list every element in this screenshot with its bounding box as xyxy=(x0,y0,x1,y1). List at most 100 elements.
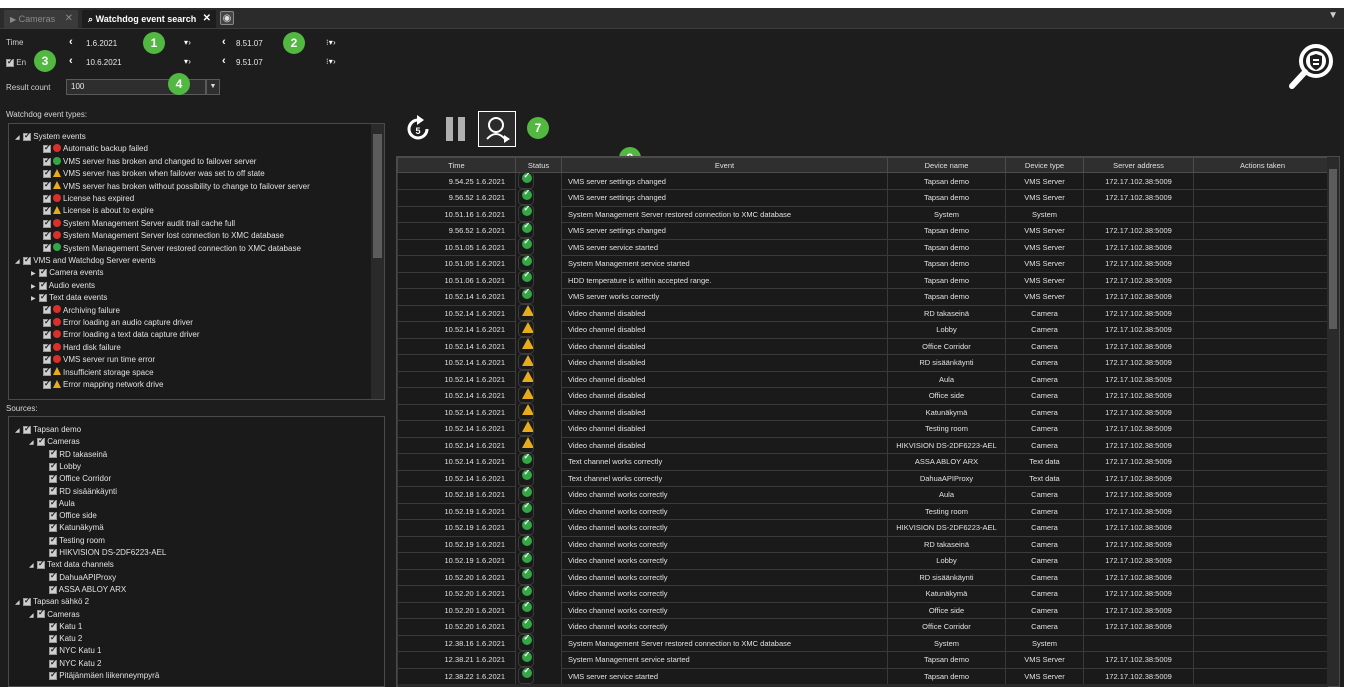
table-row[interactable]: 9.56.52 1.6.2021 VMS server settings chan… xyxy=(397,221,1332,240)
tree-item[interactable]: System Management Server lost connection… xyxy=(43,230,284,241)
source-item[interactable]: HIKVISION DS-2DF6223-AEL xyxy=(49,547,166,558)
chevron-left-icon[interactable]: ‹ xyxy=(222,37,226,48)
source-item[interactable]: Pitäjänmäen liikenneympyrä xyxy=(49,670,159,681)
source-group[interactable]: ◢ Tapsan demo xyxy=(15,424,81,436)
checkbox[interactable] xyxy=(43,342,51,352)
checkbox[interactable] xyxy=(49,485,57,496)
checkbox[interactable] xyxy=(49,670,57,680)
source-item[interactable]: Aula xyxy=(49,498,75,509)
checkbox[interactable] xyxy=(49,510,57,520)
source-item[interactable]: Testing room xyxy=(49,535,105,546)
tree-item[interactable]: VMS server has broken without possibilit… xyxy=(43,180,310,192)
source-group[interactable]: ◢ Text data channels xyxy=(29,559,114,571)
table-row[interactable]: 12.38.16 1.6.2021 System Management Serve… xyxy=(397,634,1332,652)
table-row[interactable]: 10.52.20 1.6.2021 Video channel works cor… xyxy=(397,617,1332,636)
checkbox[interactable] xyxy=(43,304,51,315)
checkbox[interactable] xyxy=(49,461,57,471)
expand-icon[interactable]: ◢ xyxy=(15,133,23,143)
pause-icon[interactable] xyxy=(442,114,470,144)
end-checkbox-wrap[interactable]: En xyxy=(6,57,26,67)
checkbox[interactable] xyxy=(43,218,51,228)
checkbox[interactable] xyxy=(37,608,45,619)
checkbox[interactable] xyxy=(43,354,51,365)
table-row[interactable]: 10.51.05 1.6.2021 System Management servi… xyxy=(397,254,1332,273)
tree-item[interactable]: ▶ Audio events xyxy=(31,280,95,292)
tree-item[interactable]: VMS server has broken and changed to fai… xyxy=(43,156,256,167)
checkbox[interactable] xyxy=(43,379,51,389)
table-row[interactable]: 12.38.21 1.6.2021 System Management servi… xyxy=(397,650,1332,669)
table-row[interactable]: 10.52.19 1.6.2021 Video channel works cor… xyxy=(397,551,1332,570)
tree-item[interactable]: Automatic backup failed xyxy=(43,143,148,154)
refresh-icon[interactable]: 5 xyxy=(403,114,433,144)
checkbox[interactable] xyxy=(43,143,51,154)
checkbox[interactable] xyxy=(43,205,51,216)
start-date-spinner[interactable]: ▾ › xyxy=(184,38,191,47)
new-tab-button[interactable]: ◉ xyxy=(220,11,234,25)
checkbox[interactable] xyxy=(43,317,51,327)
search-user-icon[interactable] xyxy=(478,111,516,147)
chevron-left-icon[interactable]: ‹ xyxy=(69,56,73,67)
expand-icon[interactable]: ◢ xyxy=(29,561,37,571)
tree-item[interactable]: Insufficient storage space xyxy=(43,366,154,378)
expand-icon[interactable]: ▶ xyxy=(31,269,39,279)
checkbox[interactable] xyxy=(43,156,51,166)
table-row[interactable]: 10.52.14 1.6.2021 Video channel disabled T… xyxy=(397,419,1332,438)
tree-item[interactable]: License has expired xyxy=(43,193,134,204)
checkbox[interactable] xyxy=(49,498,57,508)
checkbox[interactable] xyxy=(43,230,51,241)
source-item[interactable]: RD sisäänkäynti xyxy=(49,485,117,497)
source-item[interactable]: Lobby xyxy=(49,461,81,472)
table-row[interactable]: 10.52.19 1.6.2021 Video channel works cor… xyxy=(397,502,1332,520)
tree-item[interactable]: Error mapping network drive xyxy=(43,379,163,390)
tree-item[interactable]: License is about to expire xyxy=(43,205,154,216)
column-header[interactable]: Actions taken xyxy=(1193,157,1332,173)
table-row[interactable]: 10.52.14 1.6.2021 Video channel disabled K… xyxy=(397,403,1332,421)
checkbox[interactable] xyxy=(37,436,45,447)
end-date-spinner[interactable]: ▾ › xyxy=(184,57,191,66)
tree-item[interactable]: Hard disk failure xyxy=(43,342,121,353)
checkbox[interactable] xyxy=(43,329,51,340)
checkbox[interactable] xyxy=(49,473,57,484)
column-header[interactable]: Status xyxy=(515,157,562,173)
tree-item[interactable]: ▶ Camera events xyxy=(31,267,103,279)
tree-item[interactable]: Archiving failure xyxy=(43,304,120,316)
table-row[interactable]: 9.54.25 1.6.2021 VMS server settings chan… xyxy=(397,172,1332,190)
checkbox[interactable] xyxy=(43,168,51,179)
close-icon[interactable]: ✕ xyxy=(65,10,73,28)
end-time-spinner[interactable]: ⁝ ▾ › xyxy=(326,57,336,66)
table-row[interactable]: 10.51.06 1.6.2021 HDD temperature is with… xyxy=(397,271,1332,289)
tree-group[interactable]: ◢ VMS and Watchdog Server events xyxy=(15,255,156,267)
tree-item[interactable]: VMS server run time error xyxy=(43,354,155,365)
scrollbar[interactable] xyxy=(371,124,384,399)
source-group[interactable]: ◢ Cameras xyxy=(29,436,80,448)
source-item[interactable]: NYC Katu 2 xyxy=(49,658,101,669)
source-item[interactable]: Katu 2 xyxy=(49,633,82,644)
table-row[interactable]: 10.52.14 1.6.2021 Text channel works corr… xyxy=(397,469,1332,487)
checkbox[interactable] xyxy=(49,621,57,631)
table-row[interactable]: 10.52.14 1.6.2021 Text channel works corr… xyxy=(397,452,1332,471)
source-item[interactable]: NYC Katu 1 xyxy=(49,645,101,656)
table-row[interactable]: 10.52.20 1.6.2021 Video channel works cor… xyxy=(397,601,1332,619)
table-row[interactable]: 10.52.14 1.6.2021 VMS server works correc… xyxy=(397,287,1332,306)
checkbox[interactable] xyxy=(37,559,45,570)
checkbox[interactable] xyxy=(39,292,47,303)
source-item[interactable]: Office Corridor xyxy=(49,473,111,484)
tree-item[interactable]: VMS server has broken when failover was … xyxy=(43,168,265,179)
start-date-field[interactable]: 1.6.2021 xyxy=(86,39,117,48)
tab-cameras[interactable]: ▶ Cameras ✕ xyxy=(4,10,78,28)
checkbox[interactable] xyxy=(43,180,51,191)
checkbox[interactable] xyxy=(49,658,57,668)
checkbox[interactable] xyxy=(43,242,51,253)
checkbox[interactable] xyxy=(49,535,57,545)
table-row[interactable]: 10.51.16 1.6.2021 System Management Serve… xyxy=(397,205,1332,223)
source-item[interactable]: Office side xyxy=(49,510,97,521)
end-time-field[interactable]: 9.51.07 xyxy=(236,58,263,67)
expand-icon[interactable]: ◢ xyxy=(15,598,23,608)
table-row[interactable]: 10.52.19 1.6.2021 Video channel works cor… xyxy=(397,535,1332,553)
table-row[interactable]: 10.52.14 1.6.2021 Video channel disabled H… xyxy=(397,436,1332,454)
table-row[interactable]: 10.52.18 1.6.2021 Video channel works cor… xyxy=(397,485,1332,504)
checkbox[interactable] xyxy=(49,547,57,557)
table-row[interactable]: 10.52.20 1.6.2021 Video channel works cor… xyxy=(397,584,1332,603)
source-item[interactable]: Katu 1 xyxy=(49,621,82,632)
expand-icon[interactable]: ◢ xyxy=(29,438,37,448)
